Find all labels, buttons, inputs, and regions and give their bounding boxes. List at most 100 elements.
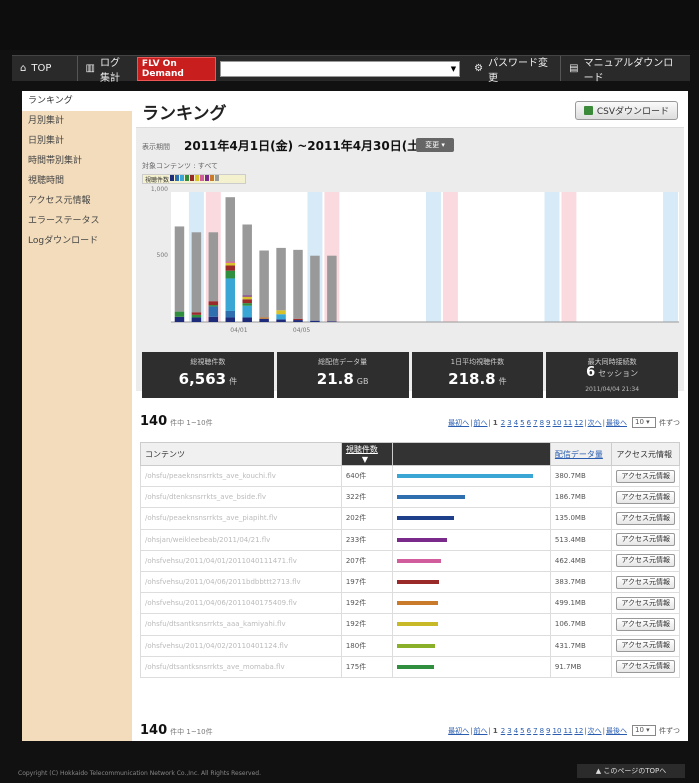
sidebar-item-access[interactable]: アクセス元情報 — [22, 191, 132, 211]
pager-page-link[interactable]: 4 — [514, 727, 518, 735]
bar-segment — [327, 321, 337, 322]
per-page-select[interactable]: 10 ▾ — [632, 417, 656, 428]
content-path[interactable]: /ohsfu/dtsantksnsrrkts_aaa_kamiyahi.flv — [140, 613, 342, 636]
pager-page-link[interactable]: 12 — [574, 727, 583, 735]
pager-page-link[interactable]: 2 — [501, 727, 505, 735]
nav-log[interactable]: ▥ ログ集計 — [78, 56, 137, 84]
stat-timestamp: 2011/04/04 21:34 — [585, 386, 640, 393]
sidebar-item-daily[interactable]: 日別集計 — [22, 131, 132, 151]
pager-page-link[interactable]: 9 — [546, 727, 550, 735]
pager-page-link[interactable]: 8 — [540, 727, 544, 735]
access-info-button[interactable]: アクセス元情報 — [616, 596, 675, 610]
service-select[interactable]: ▼ — [220, 60, 461, 77]
y-tick-label: 1,000 — [150, 186, 168, 193]
view-count: 233件 — [340, 528, 394, 551]
pager-page-link[interactable]: 6 — [527, 727, 531, 735]
result-total: 140 — [140, 414, 168, 429]
col-data-size[interactable]: 配信データ量 — [549, 442, 613, 466]
sidebar-item-error[interactable]: エラーステータス — [22, 211, 132, 231]
pager-page-link[interactable]: 3 — [507, 419, 511, 427]
pager-page-link[interactable]: 12 — [574, 419, 583, 427]
pager-page-link[interactable]: 10 — [553, 419, 562, 427]
pager-page-link[interactable]: 11 — [563, 419, 572, 427]
legend-swatch — [210, 175, 215, 181]
col-access-info: アクセス元情報 — [611, 442, 680, 466]
access-info-button[interactable]: アクセス元情報 — [616, 490, 675, 504]
sidebar-item-ranking[interactable]: ランキング — [22, 91, 132, 111]
content-path[interactable]: /ohsfu/dtenksnsrrkts_ave_bside.flv — [140, 486, 342, 509]
content-path[interactable]: /ohsjan/weikleebeab/2011/04/21.flv — [140, 528, 342, 551]
access-info-button[interactable]: アクセス元情報 — [616, 575, 675, 589]
sidebar-item-view-time[interactable]: 視聴時間 — [22, 171, 132, 191]
access-info-button[interactable]: アクセス元情報 — [616, 533, 675, 547]
content-path[interactable]: /ohsfu/dtsantksnsrrkts_ave_momaba.flv — [140, 655, 342, 678]
nav-manual-label: マニュアルダウンロード — [583, 57, 674, 84]
access-info-button[interactable]: アクセス元情報 — [616, 511, 675, 525]
pager-page-link[interactable]: 2 — [501, 419, 505, 427]
view-bar — [397, 537, 447, 542]
access-info-button[interactable]: アクセス元情報 — [616, 639, 675, 653]
access-info-cell: アクセス元情報 — [611, 507, 680, 530]
per-page-select[interactable]: 10 ▾ — [632, 725, 656, 736]
access-info-button[interactable]: アクセス元情報 — [616, 469, 675, 483]
sidebar-item-log-download[interactable]: Logダウンロード — [22, 231, 132, 251]
bar-segment — [225, 197, 236, 262]
pager-page-link[interactable]: 11 — [563, 727, 572, 735]
view-bar — [397, 558, 441, 563]
pager-page-link[interactable]: 6 — [527, 419, 531, 427]
pager-next[interactable]: 次へ — [588, 726, 602, 736]
content-path[interactable]: /ohsfvehsu/2011/04/06/2011040175409.flv — [140, 592, 342, 615]
content-path[interactable]: /ohsfvehsu/2011/04/01/2011040111471.flv — [140, 549, 342, 572]
pager-page-link[interactable]: 7 — [533, 727, 537, 735]
content-path[interactable]: /ohsfu/peaeknsnsrrkts_ave_piapiht.flv — [140, 507, 342, 530]
pager-first[interactable]: 最初へ — [448, 418, 469, 428]
pager-prev[interactable]: 前へ — [474, 726, 488, 736]
change-period-button[interactable]: 変更 ▾ — [416, 138, 454, 152]
sidebar-item-label: Logダウンロード — [28, 236, 99, 246]
pager-page-link[interactable]: 10 — [553, 727, 562, 735]
nav-top[interactable]: ⌂ TOP — [12, 56, 77, 81]
access-info-button[interactable]: アクセス元情報 — [616, 660, 675, 674]
stat-label: 総視聴件数 — [190, 358, 226, 366]
sidebar-item-label: アクセス元情報 — [28, 196, 91, 206]
pager-next[interactable]: 次へ — [588, 418, 602, 428]
pager-page-link[interactable]: 9 — [546, 419, 550, 427]
nav-top-label: TOP — [31, 63, 52, 74]
bar-segment — [242, 299, 252, 304]
csv-download-label: CSVダウンロード — [596, 107, 669, 117]
content-path[interactable]: /ohsfvehsu/2011/04/02/20110401124.flv — [140, 634, 342, 657]
bar-segment — [242, 224, 252, 296]
nav-manual[interactable]: ▤ マニュアルダウンロード — [561, 56, 690, 84]
back-to-top-button[interactable]: ▲ このページのTOPへ — [577, 764, 685, 778]
pager-first[interactable]: 最初へ — [448, 726, 469, 736]
pager-last[interactable]: 最後へ — [606, 726, 627, 736]
legend-swatches — [169, 175, 220, 183]
pager-last[interactable]: 最後へ — [606, 418, 627, 428]
report-panel: 表示期間 2011年4月1日(金) ~2011年4月30日(土) 変更 ▾ 対象… — [136, 127, 684, 398]
view-bar — [397, 516, 454, 521]
pager-prev[interactable]: 前へ — [474, 418, 488, 428]
pager-page-link[interactable]: 4 — [514, 419, 518, 427]
access-info-button[interactable]: アクセス元情報 — [616, 617, 675, 631]
access-info-button[interactable]: アクセス元情報 — [616, 554, 675, 568]
content-path[interactable]: /ohsfu/peaeknsnsrrkts_ave_kouchi.flv — [140, 464, 342, 488]
pager-page-link[interactable]: 8 — [540, 419, 544, 427]
view-bar — [397, 622, 438, 627]
col-view-count[interactable]: 視聴件数▼ — [340, 442, 394, 466]
view-bar-cell — [392, 549, 551, 572]
sidebar-item-label: 視聴時間 — [28, 176, 65, 186]
sidebar-item-monthly[interactable]: 月別集計 — [22, 111, 132, 131]
sidebar-item-hourly[interactable]: 時間帯別集計 — [22, 151, 132, 171]
bar-segment — [276, 319, 286, 322]
result-total: 140 — [140, 723, 168, 738]
pager-page-link[interactable]: 5 — [520, 419, 524, 427]
pager-page-link[interactable]: 3 — [507, 727, 511, 735]
stat-label: 1日平均視聴件数 — [450, 358, 505, 366]
bar-segment — [327, 255, 337, 322]
stat-value: 6 セッション — [586, 365, 639, 380]
content-path[interactable]: /ohsfvehsu/2011/04/06/2011bdbbttt2713.fl… — [140, 570, 342, 594]
nav-password[interactable]: ⚙ パスワード変更 — [466, 56, 560, 84]
pager-page-link[interactable]: 7 — [533, 419, 537, 427]
csv-download-button[interactable]: CSVダウンロード — [574, 101, 678, 120]
pager-page-link[interactable]: 5 — [520, 727, 524, 735]
